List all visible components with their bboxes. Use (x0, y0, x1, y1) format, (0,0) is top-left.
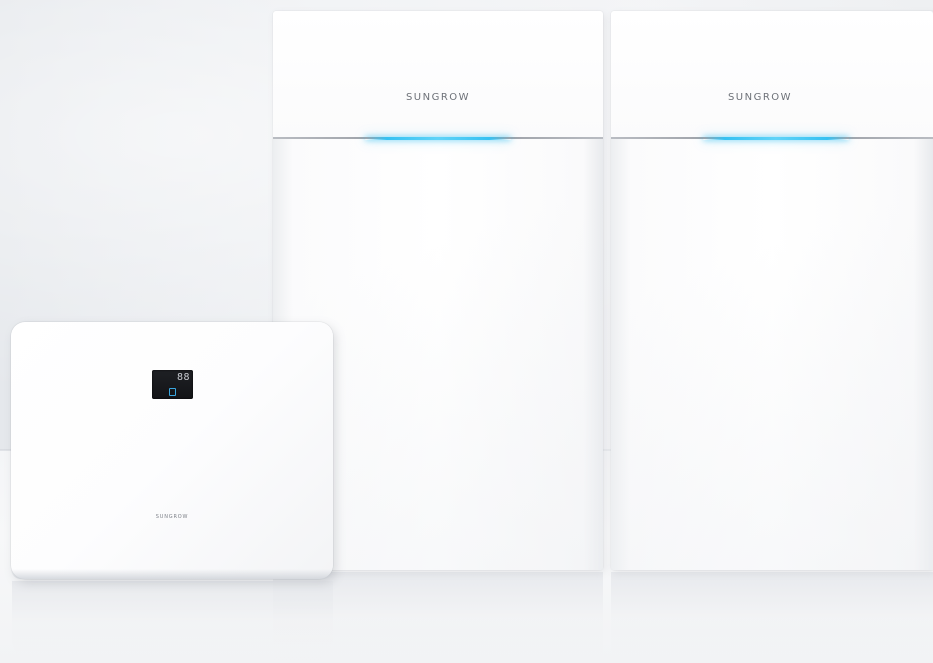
product-photo-scene: SUNGROW SUNGROW 88 SUNGROW (0, 0, 933, 663)
battery-reflection (611, 572, 933, 663)
inverter-reflection (12, 581, 333, 661)
battery-top-cover (611, 11, 933, 137)
inverter-bottom-edge (11, 569, 333, 579)
battery-module-2: SUNGROW (611, 11, 933, 570)
hybrid-inverter: 88 SUNGROW (11, 322, 333, 579)
inverter-display-readout: 88 (176, 372, 190, 383)
battery-level-icon (169, 388, 176, 396)
inverter-display-screen: 88 (152, 370, 193, 399)
battery-body (611, 139, 933, 570)
inverter-brand-logo: SUNGROW (155, 514, 189, 520)
battery-top-cover (273, 11, 603, 137)
battery-brand-logo: SUNGROW (405, 92, 471, 103)
battery-brand-logo: SUNGROW (727, 92, 793, 103)
